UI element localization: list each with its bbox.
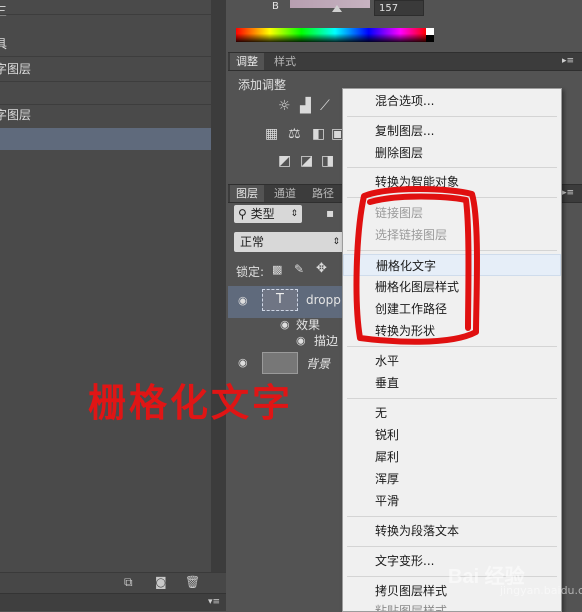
- trash-icon[interactable]: 🗑: [185, 575, 200, 589]
- panel-menu-icon[interactable]: ▸≡: [562, 56, 574, 66]
- menu-separator: [347, 398, 557, 399]
- menu-item-blending-options[interactable]: 混合选项...: [343, 90, 561, 112]
- blend-mode-select[interactable]: 正常 ⇕: [234, 232, 344, 252]
- brush-icon[interactable]: ✎: [294, 262, 304, 276]
- tab-adjustments[interactable]: 调整: [230, 53, 264, 70]
- lock-label: 锁定:: [236, 265, 265, 279]
- updown-arrow-icon: ⇕: [332, 237, 340, 247]
- black-swatch[interactable]: [426, 35, 434, 42]
- history-scrollbar[interactable]: [211, 0, 226, 572]
- posterize-icon[interactable]: ◪: [300, 153, 313, 169]
- lock-transparent-icon[interactable]: ▩: [272, 263, 282, 276]
- menu-item-vertical[interactable]: 垂直: [343, 372, 561, 394]
- curves-icon[interactable]: ⟋: [320, 98, 330, 114]
- spectrum-shade: [236, 28, 426, 42]
- layer-name[interactable]: 背景: [306, 355, 330, 372]
- color-balance-icon[interactable]: ⚖: [288, 126, 301, 142]
- tab-paths[interactable]: 路径: [306, 185, 340, 202]
- adjustments-title: 添加调整: [238, 78, 287, 92]
- history-item[interactable]: 字图层: [0, 58, 211, 80]
- menu-item-antialias-crisp[interactable]: 犀利: [343, 446, 561, 468]
- history-item-label: 具: [0, 37, 8, 51]
- menu-separator: [347, 546, 557, 547]
- tab-channels[interactable]: 通道: [268, 185, 302, 202]
- layer-name[interactable]: droppi: [306, 293, 344, 307]
- image-filter-icon[interactable]: ▪: [326, 206, 334, 220]
- annotation-caption: 栅格化文字: [88, 380, 294, 425]
- history-item[interactable]: 三: [0, 0, 211, 22]
- history-list: 三 具 字图层 字图层: [0, 0, 212, 572]
- black-white-icon[interactable]: ◧: [312, 126, 325, 142]
- panel-menu-icon[interactable]: ▾≡: [208, 597, 220, 607]
- layer-effect-stroke-row[interactable]: ◉ 描边: [228, 334, 348, 348]
- history-item-selected[interactable]: [0, 128, 211, 150]
- menu-item-duplicate-layer[interactable]: 复制图层...: [343, 120, 561, 142]
- history-footer: ⧉ ◙ 🗑: [0, 572, 226, 593]
- menu-separator: [347, 516, 557, 517]
- menu-separator: [347, 116, 557, 117]
- slider-handle-icon[interactable]: [332, 5, 342, 12]
- layer-context-menu: 混合选项... 复制图层... 删除图层 转换为智能对象 链接图层 选择链接图层…: [342, 88, 562, 612]
- new-document-from-state-icon[interactable]: ⧉: [124, 575, 133, 590]
- vibrance-icon[interactable]: ▦: [265, 126, 278, 142]
- menu-item-antialias-sharp[interactable]: 锐利: [343, 424, 561, 446]
- red-annotation-outline: [353, 186, 480, 345]
- stroke-label: 描边: [314, 334, 339, 348]
- menu-item-horizontal[interactable]: 水平: [343, 350, 561, 372]
- layer-filter-select[interactable]: ⚲ 类型 ⇕: [234, 205, 302, 223]
- adjustments-tabbar: 调整 样式 ▸≡: [228, 52, 582, 71]
- history-item-label: 字图层: [0, 62, 32, 76]
- effects-label: 效果: [296, 318, 321, 332]
- eye-icon[interactable]: ◉: [296, 334, 306, 347]
- divider: [0, 14, 211, 15]
- layer-row-text[interactable]: ◉ T droppi: [228, 286, 348, 318]
- filter-value: 类型: [250, 207, 275, 221]
- eye-icon[interactable]: ◉: [238, 294, 248, 307]
- search-icon: ⚲: [238, 207, 247, 221]
- channel-b-label: B: [272, 1, 279, 12]
- menu-item-antialias-none[interactable]: 无: [343, 402, 561, 424]
- watermark-url: jingyan.baidu.com: [500, 584, 582, 597]
- menu-item-delete-layer[interactable]: 删除图层: [343, 142, 561, 164]
- history-item[interactable]: 字图层: [0, 104, 211, 126]
- tab-layers[interactable]: 图层: [230, 185, 264, 202]
- tab-styles[interactable]: 样式: [268, 53, 302, 70]
- blend-mode-value: 正常: [240, 235, 265, 249]
- menu-separator: [347, 167, 557, 168]
- background-thumbnail: [262, 352, 298, 374]
- menu-item-paste-layer-style[interactable]: 粘贴图层样式: [343, 600, 561, 611]
- divider: [0, 81, 211, 82]
- channel-slider-track[interactable]: [290, 0, 370, 8]
- eye-icon[interactable]: ◉: [238, 356, 248, 369]
- menu-item-antialias-strong[interactable]: 浑厚: [343, 468, 561, 490]
- menu-item-antialias-smooth[interactable]: 平滑: [343, 490, 561, 512]
- history-item-label: 三: [0, 4, 8, 18]
- layer-effects-row[interactable]: ◉ 效果: [228, 318, 348, 332]
- brightness-icon[interactable]: ☼: [278, 98, 291, 114]
- history-item[interactable]: 具: [0, 33, 211, 55]
- invert-icon[interactable]: ◩: [278, 153, 291, 169]
- panel-menu-icon[interactable]: ▸≡: [562, 188, 574, 198]
- panel-footer-bar: ▾≡: [0, 593, 226, 611]
- move-icon[interactable]: ✥: [316, 261, 327, 276]
- threshold-icon[interactable]: ◨: [321, 153, 334, 169]
- history-item-label: 字图层: [0, 108, 32, 122]
- channel-b-value[interactable]: 157: [374, 0, 424, 16]
- text-layer-thumbnail: T: [262, 289, 298, 311]
- divider: [0, 56, 211, 57]
- camera-icon[interactable]: ◙: [155, 575, 167, 589]
- levels-icon[interactable]: ▟: [300, 98, 311, 114]
- updown-arrow-icon: ⇕: [290, 209, 298, 219]
- eye-icon[interactable]: ◉: [280, 318, 290, 331]
- menu-item-convert-paragraph-text[interactable]: 转换为段落文本: [343, 520, 561, 542]
